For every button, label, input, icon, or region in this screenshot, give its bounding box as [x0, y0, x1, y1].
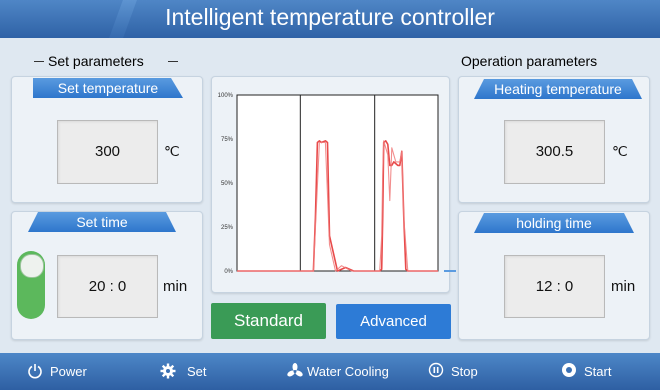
fan-icon[interactable]	[287, 363, 303, 379]
set-temperature-unit: ℃	[164, 143, 180, 159]
section-title-dash-left	[34, 61, 44, 62]
power-button[interactable]: Power	[50, 364, 87, 379]
set-time-tab: Set time	[28, 212, 176, 232]
start-icon[interactable]	[561, 362, 577, 378]
power-icon[interactable]	[27, 363, 43, 379]
set-button[interactable]: Set	[187, 364, 207, 379]
start-button[interactable]: Start	[584, 364, 611, 379]
page-title: Intelligent temperature controller	[165, 4, 495, 30]
stop-button[interactable]: Stop	[451, 364, 478, 379]
toggle-knob[interactable]	[20, 254, 44, 278]
set-temperature-tab: Set temperature	[33, 78, 183, 98]
gear-icon[interactable]	[160, 363, 176, 379]
set-temperature-value[interactable]: 300	[57, 120, 158, 184]
plot-area	[236, 94, 439, 272]
section-title-dash-right	[168, 61, 178, 62]
y-tick-label: 0%	[224, 269, 233, 275]
heating-temperature-tab: Heating temperature	[474, 79, 642, 99]
y-tick-label: 100%	[218, 93, 234, 99]
set-time-unit: min	[163, 278, 188, 295]
advanced-button[interactable]: Advanced	[336, 304, 451, 339]
set-parameters-title: Set parameters	[48, 53, 144, 69]
holding-time-unit: min	[611, 278, 636, 295]
connector-dash	[444, 270, 456, 274]
operation-parameters-title: Operation parameters	[461, 53, 598, 69]
standard-button[interactable]: Standard	[211, 303, 326, 339]
y-tick-label: 25%	[221, 225, 234, 231]
heating-temperature-unit: ℃	[612, 143, 628, 159]
holding-time-tab: holding time	[474, 213, 634, 233]
holding-time-value: 12 : 0	[504, 255, 605, 318]
water-cooling-button[interactable]: Water Cooling	[307, 364, 389, 379]
y-tick-label: 50%	[221, 181, 234, 187]
set-time-value[interactable]: 20 : 0	[57, 255, 158, 318]
y-tick-label: 75%	[221, 137, 234, 143]
temperature-chart: 100% 75% 50% 25% 0%	[218, 93, 439, 275]
heating-temperature-value: 300.5	[504, 120, 605, 184]
pause-icon[interactable]	[428, 362, 444, 378]
